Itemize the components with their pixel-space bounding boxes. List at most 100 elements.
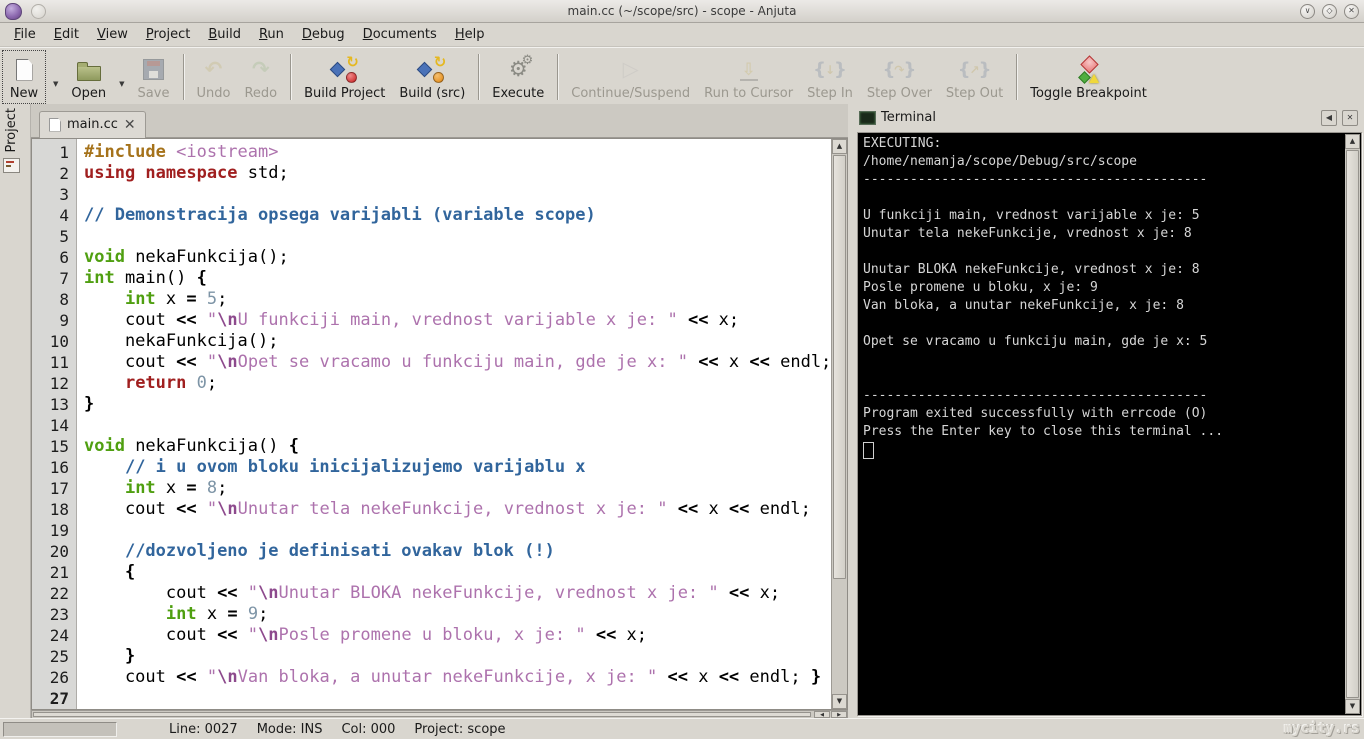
toolbar-dropdown-new[interactable]: ▼: [47, 80, 64, 88]
toolbar-button-build-src[interactable]: ↻ Build (src): [392, 49, 472, 105]
code-line[interactable]: {: [84, 562, 831, 583]
scroll-down-button[interactable]: ▼: [832, 694, 847, 709]
code-line[interactable]: int x = 9;: [84, 604, 831, 625]
scroll-up-button[interactable]: ▲: [832, 139, 847, 154]
hscroll-thumb[interactable]: [33, 712, 811, 717]
code-line[interactable]: [84, 688, 831, 709]
project-vertical-tab[interactable]: Project: [3, 108, 20, 174]
code-line[interactable]: void nekaFunkcija();: [84, 247, 831, 268]
terminal-line: Program exited successfully with errcode…: [863, 406, 1208, 421]
code-line[interactable]: [84, 184, 831, 205]
editor[interactable]: 1 2 3 4 5 6 7 8 9 10 11 12 13 14 15 16 17 18 19 20 21 22 23 24 2…: [31, 138, 848, 710]
line-number: 18: [49, 500, 69, 519]
code-token: nekaFunkcija();: [84, 331, 279, 351]
toolbar-button-toggle-breakpoint[interactable]: Toggle Breakpoint: [1023, 49, 1154, 105]
run-to-cursor-icon: ⇩: [739, 59, 758, 81]
editor-gutter: 1 2 3 4 5 6 7 8 9 10 11 12 13 14 15 16 17 18 19 20 21 22 23 24 2…: [32, 139, 77, 709]
menu-item-debug[interactable]: Debug: [293, 25, 354, 44]
editor-code[interactable]: #include <iostream> using namespace std; /…: [77, 139, 831, 709]
menu-item-file[interactable]: File: [5, 25, 45, 44]
code-token: endl;: [769, 352, 831, 372]
code-line[interactable]: return 0;: [84, 373, 831, 394]
scroll-up-icon: ▲: [836, 142, 843, 150]
code-line[interactable]: cout << "\nOpet se vracamo u funkciju ma…: [84, 352, 831, 373]
code-token: \n: [217, 352, 238, 372]
code-line[interactable]: int x = 5;: [84, 289, 831, 310]
menu-item-view[interactable]: View: [88, 25, 137, 44]
terminal-scroll-thumb[interactable]: [1346, 150, 1359, 698]
close-button[interactable]: ✕: [1344, 3, 1359, 19]
terminal-close-button[interactable]: ✕: [1342, 109, 1358, 126]
code-line[interactable]: //dozvoljeno je definisati ovakav blok (…: [84, 541, 831, 562]
terminal-line: /home/nemanja/scope/Debug/src/scope: [863, 154, 1137, 169]
menu-item-run[interactable]: Run: [250, 25, 293, 44]
editor-vscrollbar[interactable]: ▲ ▼: [831, 139, 847, 709]
code-line[interactable]: using namespace std;: [84, 163, 831, 184]
menu-item-build[interactable]: Build: [199, 25, 250, 44]
code-line[interactable]: cout << "\nVan bloka, a unutar nekeFunkc…: [84, 667, 831, 688]
editor-tab-main-cc[interactable]: main.cc ✕: [39, 111, 146, 138]
code-line[interactable]: [84, 226, 831, 247]
terminal-scrollbar[interactable]: ▲ ▼: [1345, 134, 1360, 714]
terminal-scroll-down-button[interactable]: ▼: [1345, 699, 1360, 714]
toolbar-dropdown-open[interactable]: ▼: [113, 80, 130, 88]
panel-splitter[interactable]: [848, 104, 855, 719]
terminal-scroll-up-button[interactable]: ▲: [1345, 134, 1360, 149]
code-line[interactable]: void nekaFunkcija() {: [84, 436, 831, 457]
line-number: 12: [49, 374, 69, 393]
menu-item-documents[interactable]: Documents: [354, 25, 446, 44]
code-token: ;: [217, 478, 228, 498]
code-line[interactable]: // i u ovom bloku inicijalizujemo varija…: [84, 457, 831, 478]
scroll-right-button[interactable]: ▶: [831, 711, 847, 718]
line-number: 24: [49, 626, 69, 645]
toolbar-button-new[interactable]: New: [1, 49, 47, 105]
code-line[interactable]: int x = 8;: [84, 478, 831, 499]
code-token: main(): [114, 268, 197, 288]
editor-panel: main.cc ✕ 1 2 3 4 5 6 7 8 9 10 11 12 13 14 15 16 17 18 19 2…: [31, 104, 848, 710]
scroll-left-button[interactable]: ◀: [814, 711, 830, 718]
code-token: ;: [206, 373, 218, 393]
vscroll-thumb[interactable]: [833, 155, 846, 579]
code-line[interactable]: #include <iostream>: [84, 142, 831, 163]
tab-close-icon[interactable]: ✕: [124, 118, 136, 132]
code-token: \n: [217, 310, 238, 330]
code-token: ": [206, 352, 218, 372]
terminal-dock-button[interactable]: ◀: [1321, 109, 1337, 126]
code-token: 0: [196, 373, 207, 393]
step-in-icon: {↓}: [813, 58, 847, 80]
terminal-line: Unutar BLOKA nekeFunkcije, vrednost x je…: [863, 262, 1200, 277]
terminal-body[interactable]: EXECUTING: /home/nemanja/scope/Debug/src/…: [857, 132, 1362, 716]
code-line[interactable]: cout << "\nU funkciji main, vrednost var…: [84, 310, 831, 331]
code-line[interactable]: cout << "\nUnutar tela nekeFunkcije, vre…: [84, 499, 831, 520]
code-line[interactable]: }: [84, 394, 831, 415]
terminal-line: Unutar tela nekeFunkcije, vrednost x je:…: [863, 226, 1192, 241]
maximize-button[interactable]: ◇: [1322, 3, 1337, 19]
code-line[interactable]: nekaFunkcija();: [84, 331, 831, 352]
code-line[interactable]: cout << "\nUnutar BLOKA nekeFunkcije, vr…: [84, 583, 831, 604]
code-line[interactable]: [84, 415, 831, 436]
code-line[interactable]: }: [84, 646, 831, 667]
menu-item-help[interactable]: Help: [446, 25, 494, 44]
code-line[interactable]: // Demonstracija opsega varijabli (varia…: [84, 205, 831, 226]
code-line[interactable]: [84, 520, 831, 541]
toolbar-button-build-project[interactable]: ↻ Build Project: [297, 49, 392, 105]
terminal-icon: [859, 110, 876, 125]
code-token: ;: [217, 289, 228, 309]
menu-item-project[interactable]: Project: [137, 25, 200, 44]
menu-item-edit[interactable]: Edit: [45, 25, 88, 44]
code-token: <<: [176, 352, 197, 372]
toolbar-button-open[interactable]: Open: [64, 49, 113, 105]
code-token: U funkciji main, vrednost varijable x je…: [237, 310, 678, 330]
toolbar-button-step-over: {↷} Step Over: [860, 49, 939, 105]
code-token: int: [124, 289, 156, 309]
minimize-button[interactable]: ∨: [1300, 3, 1315, 19]
code-line[interactable]: cout << "\nPosle promene u bloku, x je: …: [84, 625, 831, 646]
toolbar-button-execute[interactable]: ⚙ ⚙ Execute: [485, 49, 551, 105]
code-line[interactable]: int main() {: [84, 268, 831, 289]
